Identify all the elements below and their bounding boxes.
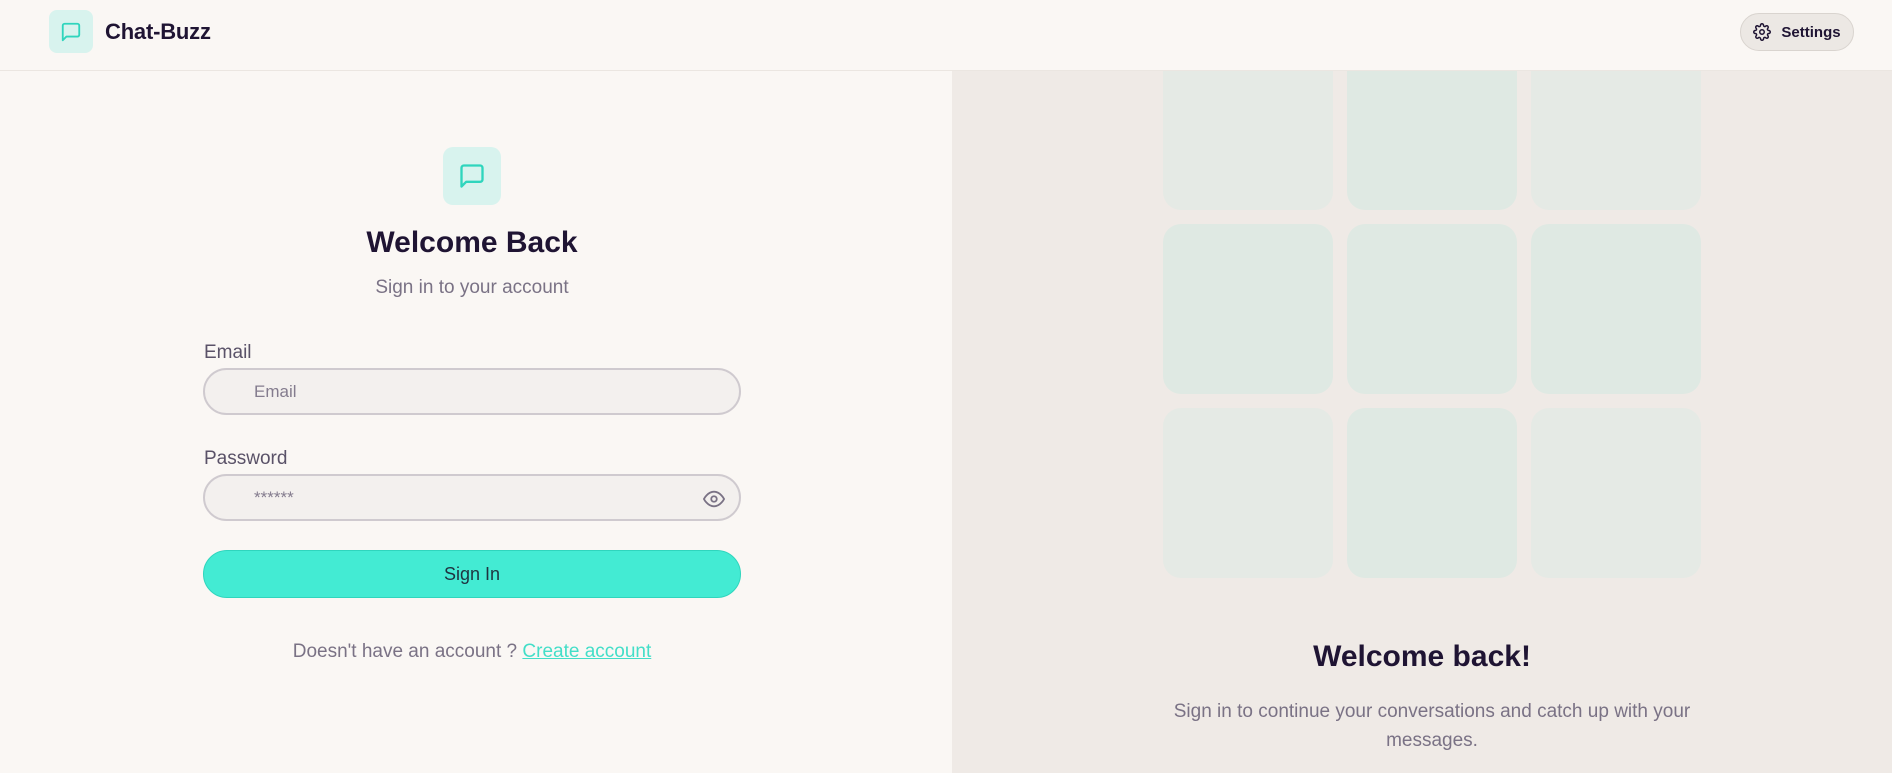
password-label: Password: [204, 448, 288, 469]
create-account-prompt: Doesn't have an account ? Create account: [0, 641, 944, 663]
top-navbar: Chat-Buzz Settings: [0, 0, 1892, 71]
email-label: Email: [204, 342, 252, 363]
no-account-text: Doesn't have an account ?: [292, 641, 518, 662]
message-square-icon: [460, 164, 484, 188]
decorative-tile-grid: [1163, 40, 1701, 578]
show-password-toggle[interactable]: [702, 489, 726, 509]
side-panel-subtitle: Sign in to continue your conversations a…: [1173, 701, 1691, 751]
page-subtitle: Sign in to your account: [375, 277, 569, 298]
eye-icon: [703, 490, 725, 508]
app-title[interactable]: Chat-Buzz: [105, 19, 211, 45]
side-panel-title: Welcome back!: [1313, 640, 1531, 673]
decorative-tile: [1163, 224, 1333, 394]
page-title: Welcome Back: [366, 226, 578, 259]
decorative-tile: [1347, 408, 1517, 578]
password-field[interactable]: [203, 474, 741, 521]
decorative-tile: [1163, 408, 1333, 578]
sign-in-button[interactable]: Sign In: [203, 550, 741, 598]
decorative-tile: [1347, 224, 1517, 394]
email-field[interactable]: [203, 368, 741, 415]
message-square-icon: [61, 22, 81, 41]
app-logo[interactable]: [49, 10, 93, 53]
create-account-link[interactable]: Create account: [522, 641, 651, 662]
decorative-tile: [1531, 224, 1701, 394]
settings-button[interactable]: Settings: [1740, 13, 1854, 51]
settings-label: Settings: [1781, 23, 1841, 41]
gear-icon: [1753, 23, 1772, 41]
decorative-tile: [1531, 408, 1701, 578]
login-hero-icon-box: [443, 147, 501, 205]
